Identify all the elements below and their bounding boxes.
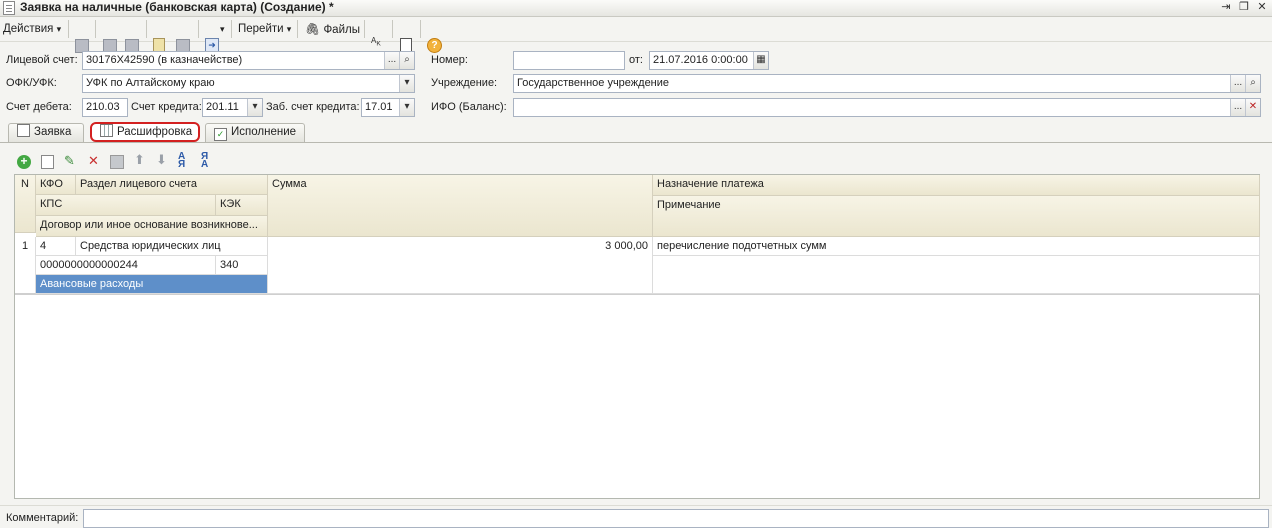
search-icon[interactable]: ⌕ xyxy=(399,52,414,69)
offbalance-field[interactable]: 17.01 ▾ xyxy=(361,98,415,117)
cell-kfo[interactable]: 4 xyxy=(36,237,76,256)
tab-breakdown[interactable]: Расшифровка xyxy=(90,122,200,142)
check-document-icon: ✓ xyxy=(214,128,227,141)
search-icon[interactable]: ⌕ xyxy=(1245,75,1260,92)
goto-menu[interactable]: Перейти ▾ xyxy=(238,21,291,37)
debit-field[interactable]: 210.03 xyxy=(82,98,128,117)
window-title: Заявка на наличные (банковская карта) (С… xyxy=(20,0,334,14)
credit-label: Счет кредита: xyxy=(131,101,202,113)
move-down-icon[interactable]: ⬇ xyxy=(156,152,167,168)
footer: Комментарий: xyxy=(0,505,1272,528)
column-header-note[interactable]: Примечание xyxy=(653,196,1260,237)
tab-strip-line xyxy=(0,142,1272,143)
comment-field[interactable] xyxy=(83,509,1269,528)
copy-row-icon[interactable] xyxy=(41,155,54,169)
files-button[interactable]: 🖇 Файлы xyxy=(305,21,360,37)
date-field[interactable]: 21.07.2016 0:00:00 ▦ xyxy=(649,51,769,70)
edit-icon[interactable]: ✎ xyxy=(64,153,75,169)
cell-kek[interactable]: 340 xyxy=(216,256,268,275)
breakdown-table: N КФО Раздел лицевого счета Сумма Назнач… xyxy=(14,174,1260,499)
table-icon xyxy=(100,124,113,137)
debit-label: Счет дебета: xyxy=(6,101,72,113)
cell-sum[interactable]: 3 000,00 xyxy=(268,237,653,294)
column-header-kfo[interactable]: КФО xyxy=(36,175,76,195)
document-icon xyxy=(3,1,15,15)
column-header-purpose[interactable]: Назначение платежа xyxy=(653,175,1260,196)
institution-select-button[interactable]: ... xyxy=(1230,75,1245,92)
column-header-kek[interactable]: КЭК xyxy=(216,195,268,216)
end-edit-icon[interactable] xyxy=(110,155,124,169)
column-header-section[interactable]: Раздел лицевого счета xyxy=(76,175,268,195)
row-number[interactable]: 1 xyxy=(15,237,36,294)
pin-icon[interactable]: ⇥ xyxy=(1218,0,1234,15)
institution-field[interactable]: Государственное учреждение ... ⌕ xyxy=(513,74,1261,93)
ofk-label: ОФК/УФК: xyxy=(6,77,57,89)
cell-note[interactable] xyxy=(653,256,1260,294)
sort-ascending-icon[interactable]: AЯ xyxy=(178,152,185,170)
account-field[interactable]: 30176X42590 (в казначействе) ... ⌕ xyxy=(82,51,415,70)
delete-icon[interactable]: ✕ xyxy=(88,153,99,169)
calendar-icon[interactable]: ▦ xyxy=(753,52,768,69)
toolbar-separator xyxy=(364,20,365,38)
ifo-select-button[interactable]: ... xyxy=(1230,99,1245,116)
debit-credit-icon[interactable]: AK xyxy=(371,37,381,49)
document-icon xyxy=(17,124,30,137)
create-based-on-icon[interactable]: ➜ xyxy=(205,38,219,52)
ifo-label: ИФО (Баланс): xyxy=(431,101,507,113)
title-bar: Заявка на наличные (банковская карта) (С… xyxy=(0,0,1272,17)
date-label: от: xyxy=(629,54,643,66)
ifo-field[interactable]: ... ✕ xyxy=(513,98,1261,117)
move-up-icon[interactable]: ⬆ xyxy=(134,152,145,168)
toolbar-separator xyxy=(68,20,69,38)
toolbar: Действия ▾ ➜ ▾ Перейти ▾ 🖇 Файлы AK ? xyxy=(0,17,1272,53)
add-row-icon[interactable]: + xyxy=(17,155,31,169)
create-based-on-dropdown[interactable]: ▾ xyxy=(220,21,225,37)
number-field[interactable] xyxy=(513,51,625,70)
clear-icon[interactable]: ✕ xyxy=(1245,99,1260,116)
tab-request[interactable]: Заявка xyxy=(8,123,84,142)
tab-execution[interactable]: ✓ Исполнение xyxy=(205,123,305,142)
sort-descending-icon[interactable]: ЯA xyxy=(201,152,208,170)
number-label: Номер: xyxy=(431,54,468,66)
comment-label: Комментарий: xyxy=(6,512,79,524)
column-header-kps[interactable]: КПС xyxy=(36,195,216,216)
chevron-down-icon[interactable]: ▾ xyxy=(399,75,414,92)
credit-field[interactable]: 201.11 ▾ xyxy=(202,98,263,117)
cell-purpose[interactable]: перечисление подотчетных сумм xyxy=(653,237,1260,256)
toolbar-separator xyxy=(95,20,96,38)
offbalance-label: Заб. счет кредита: xyxy=(266,101,360,113)
column-header-contract[interactable]: Договор или иное основание возникнове... xyxy=(36,216,268,237)
cell-section[interactable]: Средства юридических лиц xyxy=(76,237,268,256)
cell-kps[interactable]: 0000000000000244 xyxy=(36,256,216,275)
restore-icon[interactable]: ❐ xyxy=(1236,0,1252,15)
toolbar-separator xyxy=(231,20,232,38)
toolbar-separator xyxy=(146,20,147,38)
paperclip-icon: 🖇 xyxy=(305,22,321,36)
institution-label: Учреждение: xyxy=(431,77,498,89)
close-icon[interactable]: ✕ xyxy=(1254,0,1270,15)
chevron-down-icon[interactable]: ▾ xyxy=(399,99,414,116)
chevron-down-icon[interactable]: ▾ xyxy=(247,99,262,116)
toolbar-separator xyxy=(198,20,199,38)
toolbar-separator xyxy=(297,20,298,38)
account-label: Лицевой счет: xyxy=(6,54,78,66)
actions-menu[interactable]: Действия ▾ xyxy=(3,21,61,37)
account-select-button[interactable]: ... xyxy=(384,52,399,69)
column-header-sum[interactable]: Сумма xyxy=(268,175,653,237)
column-header-n[interactable]: N xyxy=(15,175,36,233)
toolbar-separator xyxy=(392,20,393,38)
ofk-field[interactable]: УФК по Алтайскому краю ▾ xyxy=(82,74,415,93)
toolbar-separator xyxy=(420,20,421,38)
cell-contract[interactable]: Авансовые расходы xyxy=(36,275,268,294)
row-divider xyxy=(15,294,1260,295)
